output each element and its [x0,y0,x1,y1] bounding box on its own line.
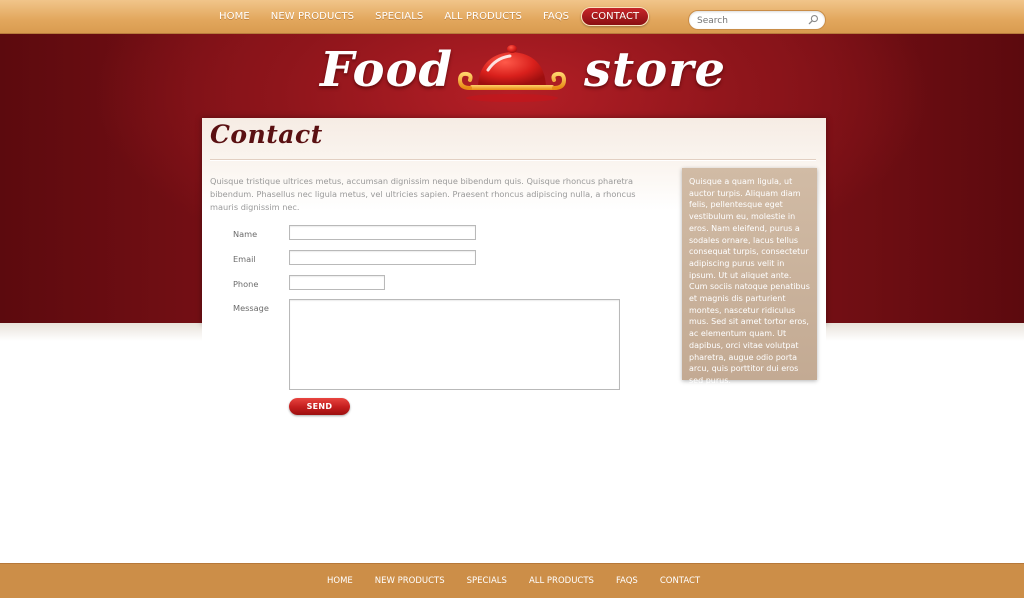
message-textarea[interactable] [289,299,620,390]
search-box [688,10,826,30]
footer-faqs-link[interactable]: FAQS [605,576,649,586]
logo-word-store: store [584,42,727,98]
footer-specials-link[interactable]: SPECIALS [456,576,518,586]
intro-text: Quisque tristique ultrices metus, accums… [210,176,636,212]
nav-contact-link[interactable]: CONTACT [581,7,650,26]
nav-faqs-link[interactable]: FAQS [534,8,578,25]
cloche-icon [457,45,567,102]
footer-bar: HOME NEW PRODUCTS SPECIALS ALL PRODUCTS … [0,563,1024,598]
footer-nav: HOME NEW PRODUCTS SPECIALS ALL PRODUCTS … [316,564,711,598]
email-field[interactable] [289,250,476,265]
sidebar-info-box: Quisque a quam ligula, ut auctor turpis.… [682,168,817,385]
email-label: Email [233,254,256,264]
phone-label: Phone [233,279,259,289]
nav-new-products-link[interactable]: NEW PRODUCTS [262,8,363,25]
search-input[interactable] [695,13,807,28]
footer-home-link[interactable]: HOME [316,576,364,586]
name-field[interactable] [289,225,476,240]
phone-field[interactable] [289,275,385,290]
message-label: Message [233,303,269,313]
page-title: Contact [210,120,323,149]
top-nav: HOME NEW PRODUCTS SPECIALS ALL PRODUCTS … [210,0,652,33]
send-button[interactable]: SEND [289,398,350,415]
nav-all-products-link[interactable]: ALL PRODUCTS [435,8,531,25]
title-divider [210,159,816,161]
footer-contact-link[interactable]: CONTACT [649,576,711,586]
magnifier-icon[interactable] [808,14,819,25]
footer-new-products-link[interactable]: NEW PRODUCTS [364,576,456,586]
footer-all-products-link[interactable]: ALL PRODUCTS [518,576,605,586]
sidebar-text: Quisque a quam ligula, ut auctor turpis.… [689,177,810,385]
nav-home-link[interactable]: HOME [210,8,259,25]
nav-specials-link[interactable]: SPECIALS [366,8,432,25]
name-label: Name [233,229,258,239]
site-logo[interactable]: Food store [316,38,725,106]
logo-word-food: Food [320,42,454,98]
top-nav-bar: HOME NEW PRODUCTS SPECIALS ALL PRODUCTS … [0,0,1024,34]
